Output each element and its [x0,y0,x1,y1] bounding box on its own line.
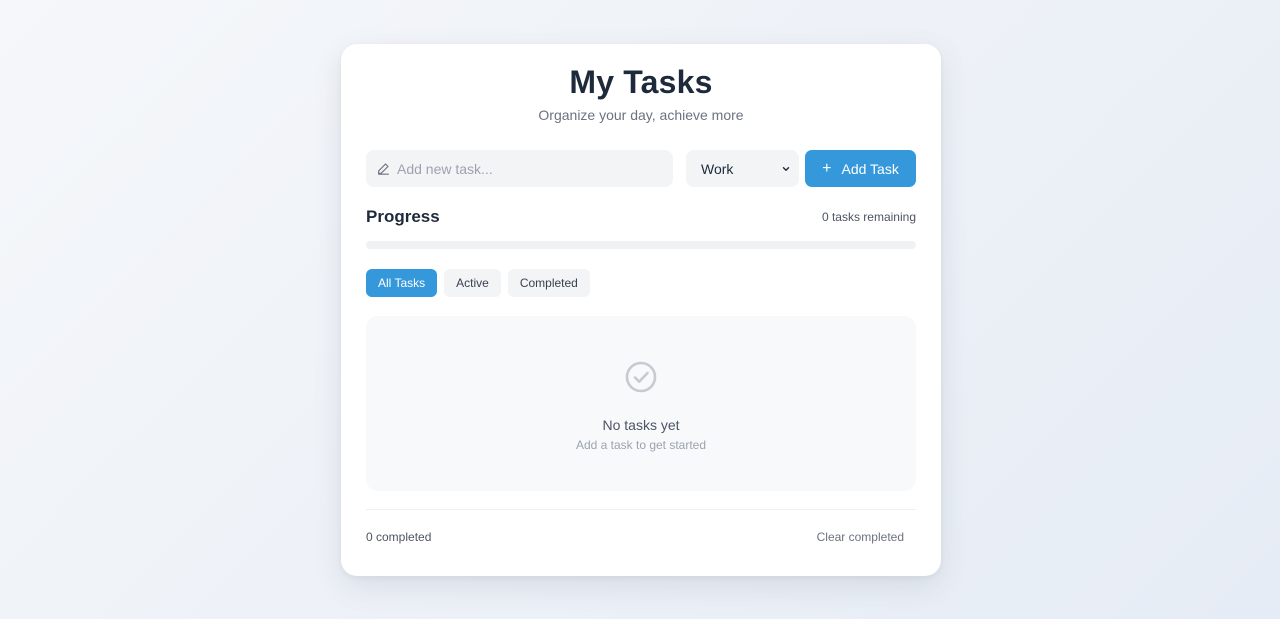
category-selected-value: Work [701,160,734,177]
progress-bar [366,241,916,249]
tasks-remaining: 0 tasks remaining [821,210,916,224]
progress-title: Progress [366,207,440,226]
footer-divider [366,509,916,510]
task-card: My Tasks Organize your day, achieve more… [341,44,941,576]
filter-all-tasks[interactable]: All Tasks [366,269,438,297]
add-task-label: Add Task [841,160,899,177]
category-select[interactable]: Work [686,150,799,187]
new-task-field[interactable] [366,150,673,187]
page-subtitle: Organize your day, achieve more [538,107,744,123]
filter-completed[interactable]: Completed [507,269,590,297]
chevron-down-icon [781,161,791,177]
pencil-icon [376,162,390,176]
plus-icon: + [822,159,832,177]
clear-completed-button[interactable]: Clear completed [817,530,904,544]
task-list-empty-state: No tasks yet Add a task to get started [366,316,916,491]
check-circle-icon [624,360,658,394]
completed-count: 0 completed [366,530,432,544]
filter-active[interactable]: Active [444,269,501,297]
filter-tabs: All Tasks Active Completed [366,269,590,297]
empty-state-subtitle: Add a task to get started [575,438,707,452]
page-title: My Tasks [569,64,713,100]
empty-state-title: No tasks yet [602,417,680,433]
add-task-button[interactable]: + Add Task [805,150,916,187]
new-task-input[interactable] [397,150,667,187]
